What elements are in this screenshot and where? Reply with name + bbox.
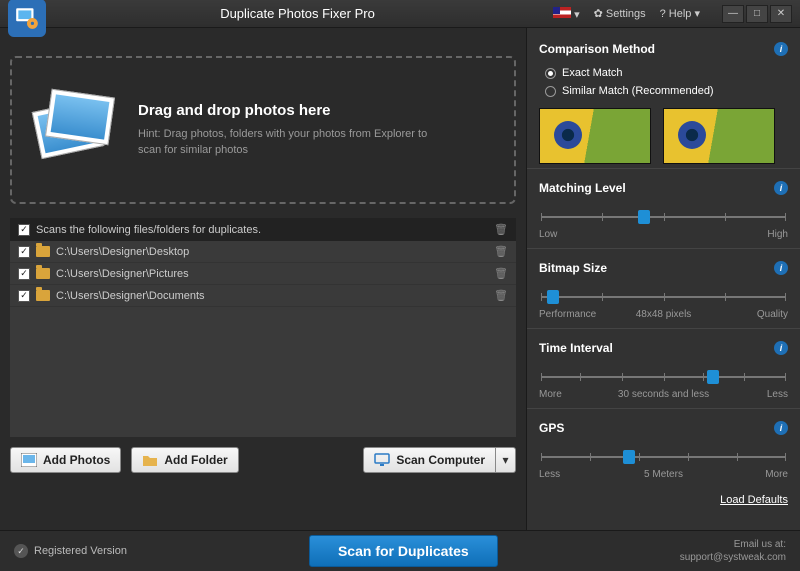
check-circle-icon: ✓ (14, 544, 28, 558)
titlebar: Duplicate Photos Fixer Pro ▾ ✿ Settings … (0, 0, 800, 28)
info-icon[interactable]: i (774, 421, 788, 435)
maximize-button[interactable]: □ (746, 5, 768, 23)
list-item[interactable]: ✓ C:\Users\Designer\Documents 🗑 (10, 285, 516, 307)
info-icon[interactable]: i (774, 261, 788, 275)
folder-icon (36, 290, 50, 301)
matching-level-title: Matching Level (539, 181, 626, 195)
close-button[interactable]: ✕ (770, 5, 792, 23)
add-folder-button[interactable]: Add Folder (131, 447, 238, 473)
row-delete-icon[interactable]: 🗑 (494, 267, 508, 280)
comparison-thumb-left (539, 108, 651, 164)
row-path: C:\Users\Designer\Desktop (56, 246, 189, 258)
language-flag[interactable]: ▾ (549, 5, 584, 23)
registered-label: Registered Version (34, 545, 127, 557)
row-checkbox[interactable]: ✓ (18, 246, 30, 258)
dropzone-hint: Hint: Drag photos, folders with your pho… (138, 127, 428, 158)
minimize-button[interactable]: — (722, 5, 744, 23)
app-title: Duplicate Photos Fixer Pro (46, 6, 549, 21)
email-address: support@systweak.com (680, 551, 786, 564)
monitor-icon (374, 453, 390, 467)
info-icon[interactable]: i (774, 341, 788, 355)
bitmap-size-slider[interactable] (541, 287, 786, 307)
help-link[interactable]: ? Help ▾ (656, 5, 704, 22)
add-photos-button[interactable]: Add Photos (10, 447, 121, 473)
info-icon[interactable]: i (774, 181, 788, 195)
list-header-label: Scans the following files/folders for du… (36, 224, 261, 236)
photos-stack-icon (30, 85, 120, 175)
row-path: C:\Users\Designer\Documents (56, 290, 205, 302)
row-delete-icon[interactable]: 🗑 (494, 245, 508, 258)
matching-level-slider[interactable] (541, 207, 786, 227)
folder-icon (142, 453, 158, 467)
scan-computer-button[interactable]: Scan Computer (363, 447, 496, 473)
settings-link[interactable]: ✿ Settings (590, 5, 650, 22)
dropzone[interactable]: Drag and drop photos here Hint: Drag pho… (10, 56, 516, 204)
list-item[interactable]: ✓ C:\Users\Designer\Pictures 🗑 (10, 263, 516, 285)
footer: ✓Registered Version Scan for Duplicates … (0, 530, 800, 571)
right-pane: Comparison Method i Exact Match Similar M… (526, 28, 800, 530)
gps-title: GPS (539, 421, 564, 435)
radio-exact-match[interactable]: Exact Match (539, 64, 788, 82)
row-checkbox[interactable]: ✓ (18, 268, 30, 280)
row-delete-icon[interactable]: 🗑 (494, 289, 508, 302)
time-interval-title: Time Interval (539, 341, 613, 355)
comparison-thumb-right (663, 108, 775, 164)
info-icon[interactable]: i (774, 42, 788, 56)
load-defaults-link[interactable]: Load Defaults (539, 494, 788, 506)
comparison-title: Comparison Method (539, 42, 655, 56)
file-list: ✓ C:\Users\Designer\Desktop 🗑 ✓ C:\Users… (10, 241, 516, 437)
left-pane: Drag and drop photos here Hint: Drag pho… (0, 28, 526, 530)
bitmap-size-title: Bitmap Size (539, 261, 607, 275)
delete-all-icon[interactable]: 🗑 (494, 223, 508, 236)
row-checkbox[interactable]: ✓ (18, 290, 30, 302)
folder-icon (36, 268, 50, 279)
list-item[interactable]: ✓ C:\Users\Designer\Desktop 🗑 (10, 241, 516, 263)
scan-for-duplicates-button[interactable]: Scan for Duplicates (309, 535, 498, 567)
scan-computer-dropdown[interactable]: ▾ (496, 447, 516, 473)
time-interval-slider[interactable] (541, 367, 786, 387)
radio-similar-match[interactable]: Similar Match (Recommended) (539, 82, 788, 100)
photos-icon (21, 453, 37, 467)
photo-gear-icon (14, 5, 40, 31)
select-all-checkbox[interactable]: ✓ (18, 224, 30, 236)
email-label: Email us at: (680, 538, 786, 551)
app-logo (8, 0, 46, 37)
list-header: ✓ Scans the following files/folders for … (10, 218, 516, 241)
folder-icon (36, 246, 50, 257)
row-path: C:\Users\Designer\Pictures (56, 268, 189, 280)
gps-slider[interactable] (541, 447, 786, 467)
dropzone-heading: Drag and drop photos here (138, 102, 428, 119)
